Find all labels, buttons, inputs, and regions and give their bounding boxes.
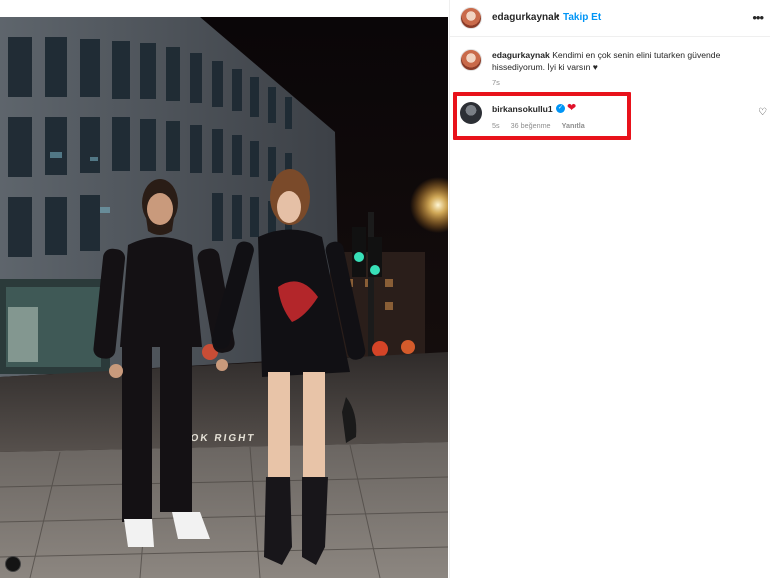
comment-timestamp[interactable]: 5s [492,121,500,130]
commenter-avatar[interactable] [460,102,482,124]
heart-outline-icon[interactable]: ♡ [758,107,767,118]
comment-text: ❤ [567,102,577,114]
comment-row: birkansokullu1 ✓ ❤ 5s 36 beğenme Yanıtla… [450,98,770,134]
user-tag-icon[interactable] [5,556,21,572]
post-photo[interactable]: LOOK RIGHT [0,17,448,578]
author-username[interactable]: edagurkaynak [492,12,559,23]
more-horizontal-icon[interactable]: ••• [752,10,764,25]
caption-avatar[interactable] [460,49,482,71]
reply-button[interactable]: Yanıtla [562,121,585,130]
header-separator: • [556,11,560,22]
caption-timestamp[interactable]: 7s [492,78,500,87]
comment-meta: 5s 36 beğenme Yanıtla [492,121,594,130]
caption-text-block: edagurkaynak Kendimi en çok senin elini … [492,49,758,73]
caption-username[interactable]: edagurkaynak [492,50,550,60]
street-night-photo: LOOK RIGHT [0,17,448,578]
verified-badge-icon: ✓ [556,104,565,113]
comment-likes[interactable]: 36 beğenme [511,121,551,130]
commenter-username[interactable]: birkansokullu1 [492,104,553,114]
author-avatar[interactable] [460,7,482,29]
follow-button[interactable]: Takip Et [563,12,601,23]
post-side-panel: edagurkaynak • Takip Et ••• edagurkaynak… [449,0,770,578]
post-header: edagurkaynak • Takip Et ••• [450,0,770,37]
